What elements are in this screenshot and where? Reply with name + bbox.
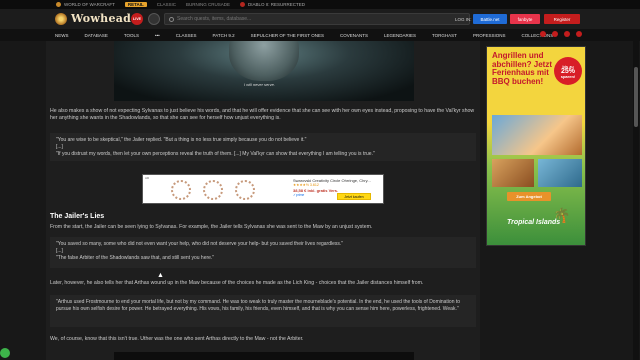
battlenet-login-button[interactable]: Battle.net: [473, 14, 507, 24]
account-avatar-icon[interactable]: [148, 13, 160, 25]
game-switcher-bar: World of Warcraft Retail Classic Burning…: [0, 0, 640, 9]
quote1-line3: "If you distrust my words, then let your…: [56, 151, 375, 157]
blockquote-2: "You saved so many, some who did not eve…: [50, 237, 476, 268]
bottom-image-strip: [114, 352, 414, 360]
ad-headline: Angrillen und abchillen? Jetzt Ferienhau…: [492, 51, 553, 86]
nav-icons: [540, 31, 582, 37]
nav-legendaries[interactable]: LEGENDARIES: [384, 33, 416, 38]
d2-icon: [240, 2, 246, 7]
heart-icon[interactable]: [552, 31, 558, 37]
article-hero-image: I will never serve.: [114, 41, 414, 101]
nav-more[interactable]: •••: [155, 33, 160, 38]
scrollbar-thumb[interactable]: [634, 67, 638, 127]
quote1-line2: [...]: [56, 144, 63, 150]
quote3-text: "Arthus used Frostmourne to end your mor…: [56, 299, 461, 312]
login-label: LOG IN:: [455, 17, 472, 22]
live-button[interactable]: LIVE: [131, 13, 143, 25]
game-wow-label: World of Warcraft: [64, 2, 115, 7]
nav-database[interactable]: DATABASE: [85, 33, 108, 38]
page-scrollbar[interactable]: [633, 41, 639, 360]
search-input[interactable]: [177, 16, 457, 22]
nav-sepulcher[interactable]: SEPULCHER OF THE FIRST ONES: [251, 33, 324, 38]
ad-buy-button[interactable]: Jetzt kaufen: [337, 193, 371, 200]
earring-image: [203, 180, 223, 200]
retail-pill[interactable]: Retail: [124, 2, 147, 7]
sidebar-ad[interactable]: Angrillen und abchillen? Jetzt Ferienhau…: [486, 46, 586, 246]
badge-line3: sparen!: [560, 73, 576, 79]
nav-covenants[interactable]: COVENANTS: [340, 33, 368, 38]
bc-link[interactable]: Burning Crusade: [186, 2, 230, 7]
main-nav: NEWS DATABASE TOOLS ••• CLASSES PATCH 9.…: [0, 29, 640, 41]
game-wow-link[interactable]: World of Warcraft: [56, 2, 115, 7]
discount-badge: bis zu 25% sparen!: [554, 57, 582, 85]
quote1-line1: "You are wise to be skeptical," the Jail…: [56, 137, 307, 143]
site-logo[interactable]: Wowhead: [55, 12, 131, 25]
ad-label: AD: [145, 176, 150, 180]
register-button[interactable]: Register: [544, 14, 580, 24]
ad-rating: ★★★★½ 3.612: [293, 183, 319, 187]
section-heading: The Jailer's Lies: [50, 213, 105, 220]
bell-icon[interactable]: [540, 31, 546, 37]
nav-torghast[interactable]: TORGHAST: [432, 33, 457, 38]
wow-icon: [56, 2, 61, 7]
logo-text: Wowhead: [71, 12, 132, 25]
palm-tree-icon: 🌴: [553, 207, 571, 223]
paragraph-1: He also makes a show of not expecting Sy…: [50, 108, 475, 121]
blockquote-1: "You are wise to be skeptical," the Jail…: [50, 133, 476, 161]
ad-photo-bbq: [492, 115, 582, 155]
paragraph-4: We, of course, know that this isn't true…: [50, 336, 304, 342]
inline-ad[interactable]: AD Swarovski Creativity Circle Ohrringe,…: [142, 174, 384, 204]
user-icon[interactable]: [564, 31, 570, 37]
nav-patch[interactable]: PATCH 9.2: [213, 33, 235, 38]
classic-link[interactable]: Classic: [157, 2, 176, 7]
fanbyte-login-button[interactable]: fanbyte: [510, 14, 540, 24]
hero-caption: I will never serve.: [244, 82, 275, 87]
game-d2-link[interactable]: Diablo II: Resurrected: [240, 2, 305, 7]
earring-image: [171, 180, 191, 200]
search-icon: [169, 16, 174, 22]
nav-classes[interactable]: CLASSES: [176, 33, 197, 38]
article-content: I will never serve. He also makes a show…: [46, 41, 480, 360]
ad-prime: ✓prime: [293, 193, 305, 197]
blockquote-3: "Arthus used Frostmourne to end your mor…: [50, 295, 476, 327]
mouse-cursor-icon: ▲: [157, 272, 164, 279]
earring-image: [235, 180, 255, 200]
ad-photo-pool: [538, 159, 582, 187]
paragraph-2: From the start, the Jailer can be seen l…: [50, 224, 373, 230]
nav-news[interactable]: NEWS: [55, 33, 69, 38]
status-indicator[interactable]: [0, 348, 10, 358]
site-header: Wowhead LIVE LOG IN: Battle.net fanbyte …: [0, 9, 640, 29]
quote2-line2: [...]: [56, 248, 63, 254]
nav-tools[interactable]: TOOLS: [124, 33, 139, 38]
ad-photo-house: [492, 159, 534, 187]
search-bar[interactable]: [164, 13, 470, 25]
quote2-line1: "You saved so many, some who did not eve…: [56, 241, 344, 247]
nav-professions[interactable]: PROFESSIONS: [473, 33, 506, 38]
character-portrait: [229, 41, 299, 81]
menu-icon[interactable]: [576, 31, 582, 37]
paragraph-3: Later, however, he also tells her that A…: [50, 280, 424, 286]
quote2-line3: "The false Arbiter of the Shadowlands sa…: [56, 255, 215, 261]
game-d2-label: Diablo II: Resurrected: [248, 2, 306, 7]
ad-cta-button[interactable]: Zum Angebot: [507, 192, 551, 201]
wowhead-logo-icon: [55, 12, 67, 25]
